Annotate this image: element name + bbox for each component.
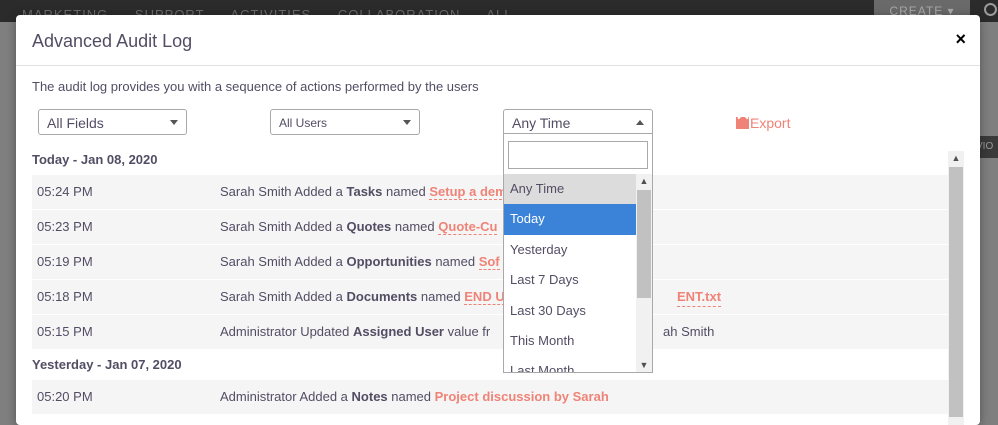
row-message-tail: ah Smith [663, 324, 715, 339]
scroll-thumb[interactable] [949, 167, 963, 417]
option-yesterday[interactable]: Yesterday [504, 235, 636, 265]
row-message: Sarah Smith Added a Tasks named Setup a … [220, 184, 507, 200]
record-link[interactable]: Setup a dem [429, 184, 507, 200]
record-link[interactable]: Project discussion by Sarah [435, 389, 609, 404]
modal-header: Advanced Audit Log × [16, 15, 980, 66]
export-link[interactable]: Export [736, 115, 790, 131]
fields-filter-value: All Fields [47, 115, 104, 131]
row-message: Sarah Smith Added a Opportunities named … [220, 254, 500, 270]
list-scrollbar[interactable]: ▲ [948, 151, 964, 425]
record-link[interactable]: Quote-Cu [438, 219, 498, 235]
record-link[interactable]: Sof [478, 254, 500, 270]
option-any-time[interactable]: Any Time [504, 174, 636, 205]
audit-log-modal: Advanced Audit Log × The audit log provi… [16, 15, 980, 425]
chevron-down-icon [403, 120, 411, 125]
dropdown-scroll-thumb[interactable] [637, 190, 651, 298]
record-link-tail[interactable]: ENT.txt [677, 288, 722, 307]
option-today[interactable]: Today [504, 204, 636, 235]
modal-title: Advanced Audit Log [32, 31, 193, 51]
table-row: 05:19 PM Sarah Smith Added a Opportuniti… [32, 245, 948, 280]
time-filter-dropdown: Any Time Today Yesterday Last 7 Days Las… [503, 133, 653, 373]
time-filter-select[interactable]: Any Time [503, 109, 653, 135]
scroll-up-icon[interactable]: ▲ [948, 151, 964, 165]
table-row: 05:24 PM Sarah Smith Added a Tasks named… [32, 175, 948, 210]
dropdown-search-input[interactable] [508, 141, 648, 169]
table-row: 05:15 PM Administrator Updated Assigned … [32, 315, 948, 350]
row-message: Administrator Added a Notes named Projec… [220, 389, 609, 404]
group-header-today: Today - Jan 08, 2020 [32, 152, 158, 167]
scroll-down-icon[interactable]: ▼ [636, 358, 652, 372]
dropdown-options: Any Time Today Yesterday Last 7 Days Las… [504, 174, 636, 372]
dropdown-scrollbar[interactable]: ▲ ▼ [636, 174, 652, 372]
users-filter-value: All Users [279, 116, 328, 130]
row-time: 05:24 PM [37, 184, 93, 199]
option-last-month[interactable]: Last Month [504, 356, 636, 372]
row-time: 05:18 PM [37, 289, 93, 304]
record-link[interactable]: END U [464, 289, 505, 305]
row-time: 05:23 PM [37, 219, 93, 234]
row-message: Sarah Smith Added a Documents named END … [220, 289, 505, 305]
background-search-icon [984, 3, 997, 16]
row-message: Administrator Updated Assigned User valu… [220, 324, 491, 339]
option-last-7-days[interactable]: Last 7 Days [504, 265, 636, 295]
row-message: Sarah Smith Added a Quotes named Quote-C… [220, 219, 498, 235]
audit-log-list: Today - Jan 08, 2020 05:24 PM Sarah Smit… [32, 145, 948, 415]
export-label: Export [750, 115, 791, 131]
modal-description: The audit log provides you with a sequen… [32, 79, 479, 94]
close-button[interactable]: × [955, 29, 966, 49]
chevron-up-icon [636, 120, 644, 125]
group-header-yesterday: Yesterday - Jan 07, 2020 [32, 357, 182, 372]
scroll-up-icon[interactable]: ▲ [636, 174, 652, 188]
users-filter-select[interactable]: All Users [270, 109, 420, 135]
option-last-30-days[interactable]: Last 30 Days [504, 296, 636, 326]
row-time: 05:20 PM [37, 389, 93, 404]
table-row: 05:18 PM Sarah Smith Added a Documents n… [32, 280, 948, 315]
export-icon [736, 117, 749, 129]
row-time: 05:15 PM [37, 324, 93, 339]
table-row: 05:20 PM Administrator Added a Notes nam… [32, 380, 948, 415]
row-time: 05:19 PM [37, 254, 93, 269]
chevron-down-icon [170, 120, 178, 125]
option-this-month[interactable]: This Month [504, 326, 636, 356]
table-row: 05:23 PM Sarah Smith Added a Quotes name… [32, 210, 948, 245]
fields-filter-select[interactable]: All Fields [38, 109, 187, 135]
